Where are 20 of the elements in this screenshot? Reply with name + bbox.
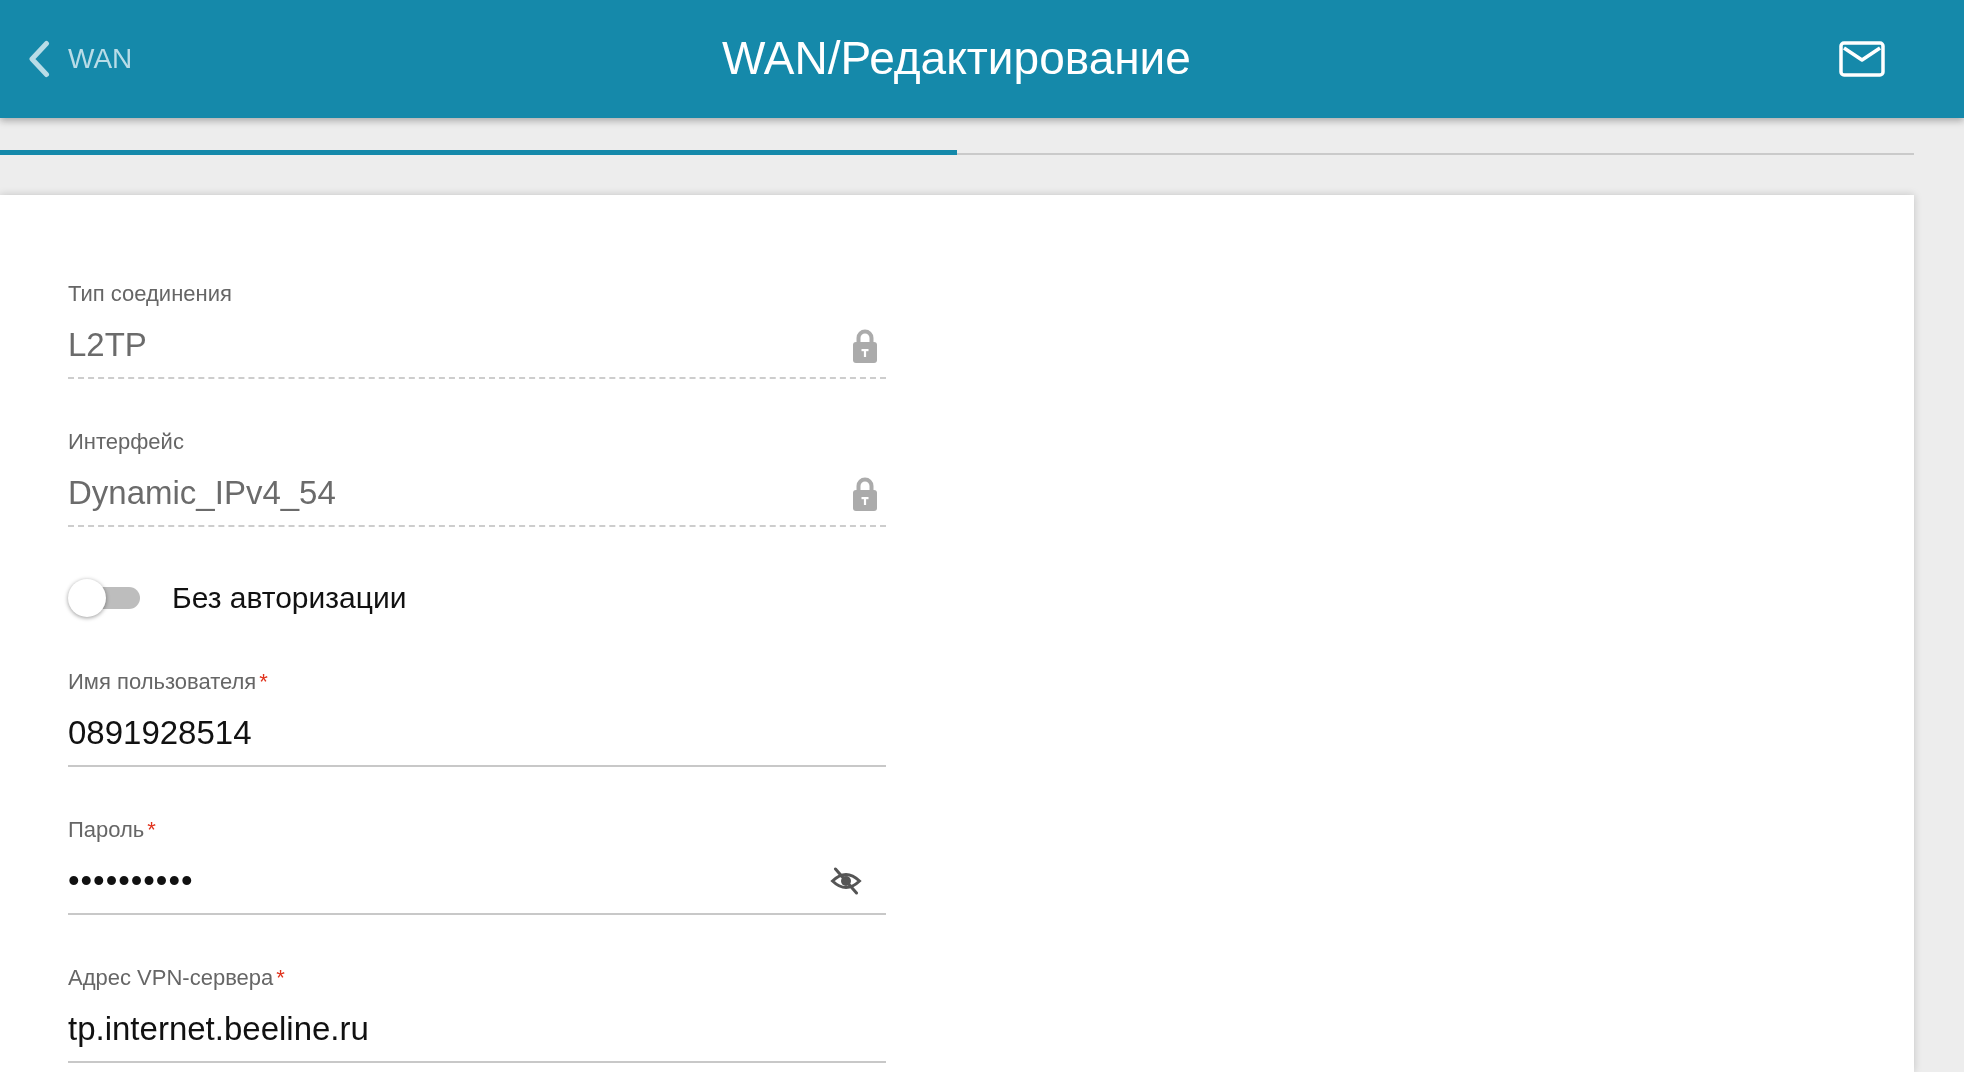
- page-title: WAN/Редактирование: [722, 31, 1191, 87]
- input-field[interactable]: ••••••••••: [68, 861, 886, 915]
- input-field[interactable]: tp.internet.beeline.ru: [68, 1009, 886, 1063]
- required-mark: *: [259, 668, 268, 696]
- chevron-left-icon: [28, 40, 50, 78]
- field-label: Пароль: [68, 816, 145, 844]
- required-mark: *: [276, 964, 285, 992]
- field-label: Тип соединения: [68, 280, 232, 308]
- field-label: Адрес VPN-сервера: [68, 964, 274, 992]
- field-label: Имя пользователя: [68, 668, 257, 696]
- field-label: Интерфейс: [68, 428, 184, 456]
- envelope-icon: [1839, 41, 1885, 77]
- eye-slash-icon[interactable]: [830, 867, 862, 895]
- lock-icon: [853, 327, 877, 363]
- input-field[interactable]: 0891928514: [68, 713, 886, 767]
- switch-label: Без авторизации: [172, 580, 407, 616]
- messages-button[interactable]: [1839, 41, 1885, 77]
- required-mark: *: [147, 816, 156, 844]
- toggle-switch[interactable]: [68, 578, 140, 618]
- lock-icon: [853, 475, 877, 511]
